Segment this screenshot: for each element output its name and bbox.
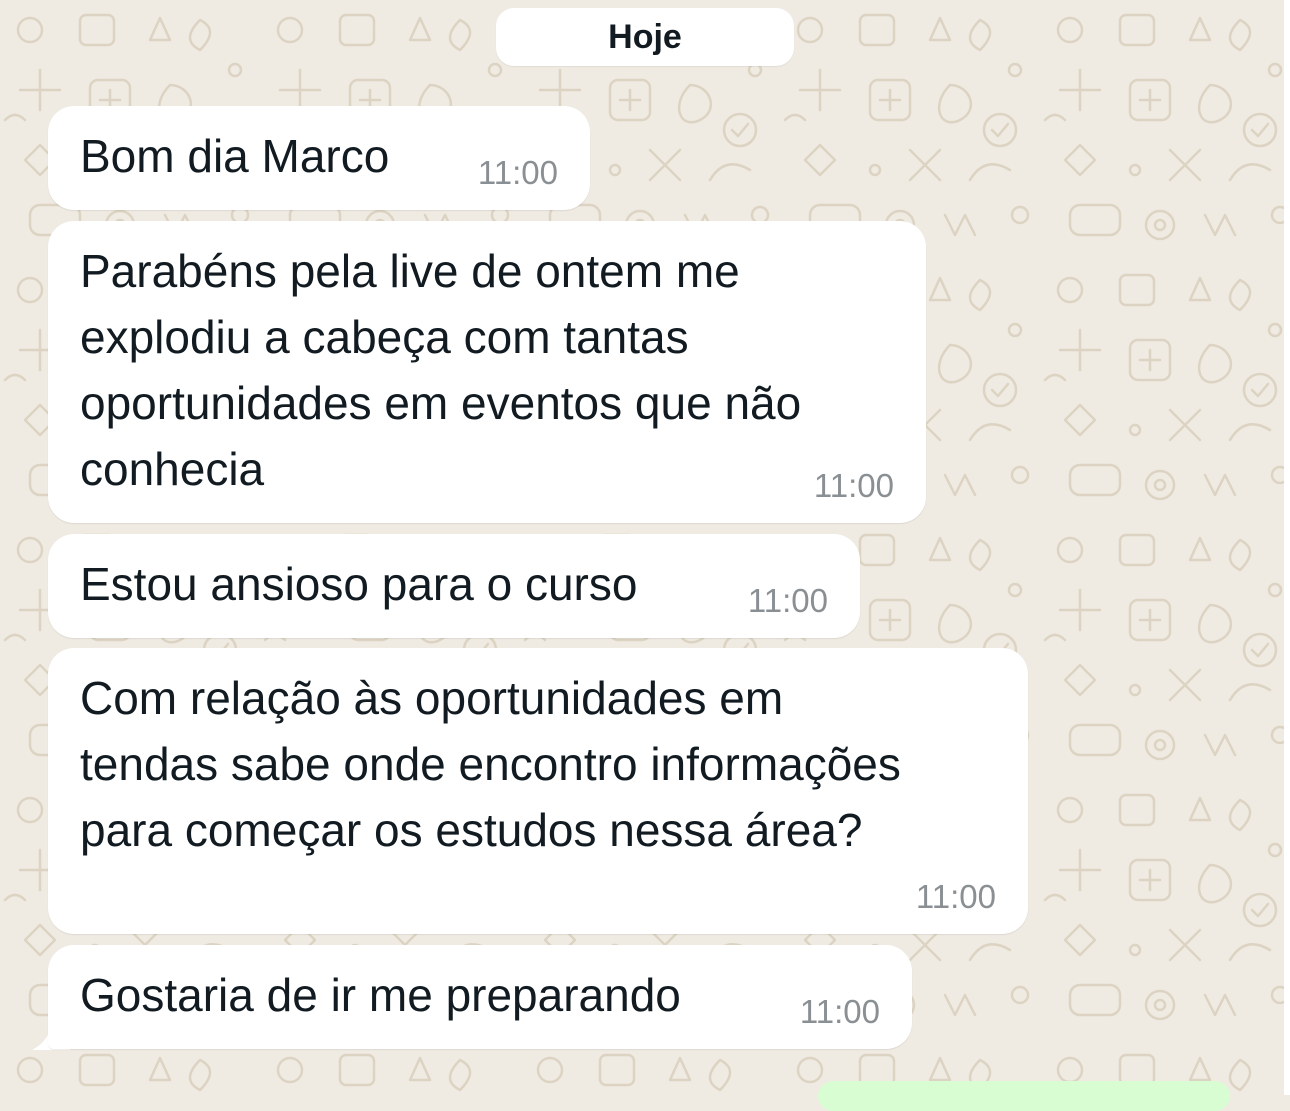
message-time: 11:00 — [477, 154, 558, 191]
outgoing-bubble-partial[interactable] — [818, 1081, 1230, 1111]
date-separator: Hoje — [496, 8, 794, 66]
right-edge — [1284, 0, 1290, 1095]
message-text: Parabéns pela live de ontem me — [80, 245, 740, 297]
message-text: Estou ansioso para o curso — [80, 558, 638, 610]
message-bubble[interactable]: Estou ansioso para o curso 11:00 — [48, 534, 860, 638]
message-bubble[interactable]: Parabéns pela live de ontem me explodiu … — [48, 221, 926, 523]
message-bubble[interactable]: Com relação às oportunidades em tendas s… — [48, 648, 1028, 934]
message-time: 11:00 — [915, 878, 996, 915]
message-text: explodiu a cabeça com tantas — [80, 311, 689, 363]
message-bubble[interactable]: Bom dia Marco 11:00 — [48, 106, 590, 210]
message-text: oportunidades em eventos que não — [80, 377, 802, 429]
message-text: para começar os estudos nessa área? — [80, 804, 863, 856]
message-time: 11:00 — [799, 993, 880, 1030]
message-text: Gostaria de ir me preparando — [80, 969, 681, 1021]
message-text: Com relação às oportunidades em — [80, 672, 784, 724]
message-bubble[interactable]: Gostaria de ir me preparando 11:00 — [48, 945, 912, 1049]
message-text: tendas sabe onde encontro informações — [80, 738, 901, 790]
message-time: 11:00 — [747, 582, 828, 619]
message-time: 11:00 — [813, 467, 894, 504]
message-text: conhecia — [80, 443, 265, 495]
date-label: Hoje — [608, 17, 682, 56]
message-text: Bom dia Marco — [80, 130, 390, 182]
